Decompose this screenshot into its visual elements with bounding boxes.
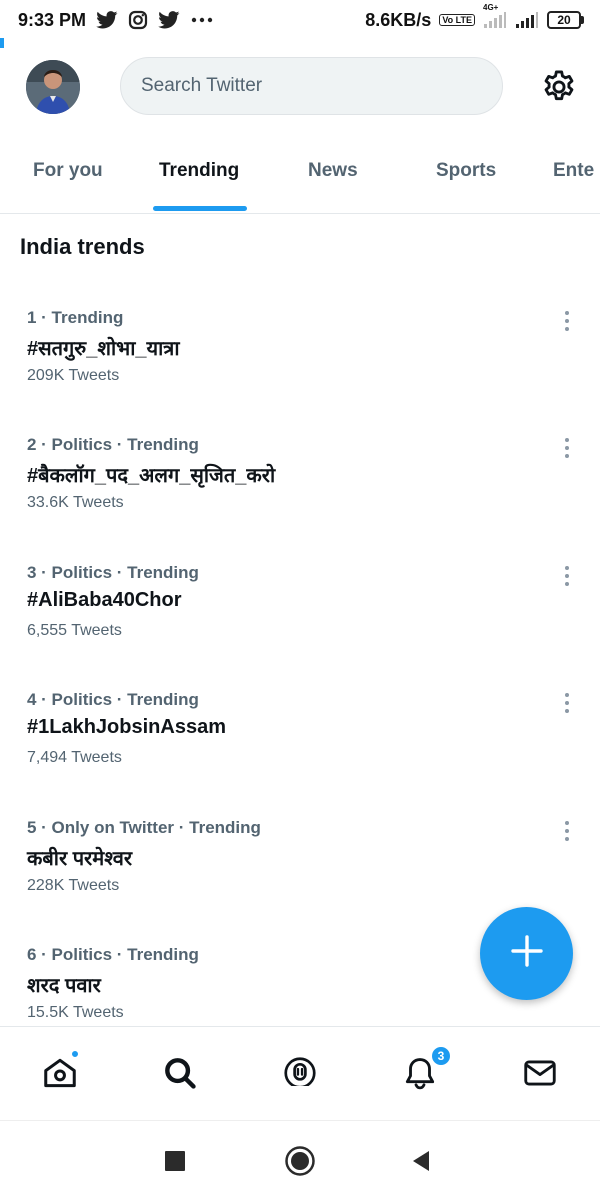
recent-apps-icon[interactable]	[157, 1143, 193, 1179]
tab-news[interactable]: News	[308, 160, 358, 182]
network-speed: 8.6KB/s	[365, 9, 432, 30]
avatar[interactable]	[26, 60, 80, 114]
tab-trending[interactable]: Trending	[159, 160, 239, 182]
trend-count: 33.6K Tweets	[27, 494, 124, 511]
signal-icon: 4G+	[483, 3, 507, 29]
tab-entertainment[interactable]: Ente	[553, 160, 594, 182]
battery-icon: 20	[547, 11, 584, 29]
compose-tweet-button[interactable]	[480, 907, 573, 1000]
trend-meta: 6 · Politics · Trending	[27, 945, 199, 964]
network-type: 4G+	[483, 3, 499, 12]
home-icon[interactable]	[38, 1049, 82, 1095]
trend-item[interactable]: 2 · Politics · Trending #बैकलॉग_पद_अलग_स…	[0, 435, 600, 545]
home-circle-icon[interactable]	[282, 1143, 318, 1179]
trend-count: 15.5K Tweets	[27, 1004, 124, 1021]
more-vertical-icon[interactable]	[557, 561, 577, 591]
trend-name: #AliBaba40Chor	[27, 589, 182, 611]
more-vertical-icon[interactable]	[557, 816, 577, 846]
spaces-icon[interactable]	[278, 1051, 322, 1095]
instagram-icon	[128, 10, 148, 30]
section-title: India trends	[20, 234, 145, 259]
trend-count: 209K Tweets	[27, 367, 120, 384]
gear-icon[interactable]	[540, 68, 578, 106]
tab-sports[interactable]: Sports	[436, 160, 496, 182]
twitter-bird-icon	[158, 11, 180, 29]
trend-name: शरद पवार	[27, 975, 101, 997]
active-tab-indicator	[153, 206, 247, 211]
bottom-navigation: 3	[0, 1026, 600, 1120]
volte-icon: Vo LTE	[439, 14, 475, 26]
trend-item[interactable]: 4 · Politics · Trending #1LakhJobsinAssa…	[0, 690, 600, 800]
search-placeholder: Search Twitter	[141, 75, 263, 96]
tab-for-you[interactable]: For you	[33, 160, 103, 182]
trend-meta: 5 · Only on Twitter · Trending	[27, 818, 261, 837]
trend-item[interactable]: 3 · Politics · Trending #AliBaba40Chor 6…	[0, 563, 600, 673]
battery-level: 20	[547, 11, 581, 29]
notifications-badge: 3	[430, 1045, 452, 1067]
search-input[interactable]: Search Twitter	[120, 57, 503, 115]
trend-name: #बैकलॉग_पद_अलग_सृजित_करो	[27, 465, 276, 487]
home-unread-dot	[70, 1049, 80, 1059]
messages-icon[interactable]	[518, 1051, 562, 1095]
back-icon[interactable]	[403, 1143, 439, 1179]
trend-name: #सतगुरु_शोभा_यात्रा	[27, 338, 180, 360]
more-dots-icon	[190, 16, 214, 24]
trend-count: 6,555 Tweets	[27, 622, 122, 639]
top-header: Search Twitter	[0, 56, 600, 118]
status-bar: 9:33 PM 8.6KB/s Vo LTE 4G+ 20	[0, 0, 600, 40]
edge-indicator	[0, 38, 4, 48]
more-vertical-icon[interactable]	[557, 688, 577, 718]
trend-meta: 4 · Politics · Trending	[27, 690, 199, 709]
trend-item[interactable]: 1 · Trending #सतगुरु_शोभा_यात्रा 209K Tw…	[0, 308, 600, 418]
trend-meta: 3 · Politics · Trending	[27, 563, 199, 582]
system-navigation-bar	[0, 1120, 600, 1200]
search-icon[interactable]	[158, 1051, 202, 1095]
more-vertical-icon[interactable]	[557, 306, 577, 336]
explore-tabs: For you Trending News Sports Ente	[0, 148, 600, 214]
trend-meta: 1 · Trending	[27, 308, 124, 327]
signal-icon	[515, 11, 539, 29]
notifications-icon[interactable]: 3	[398, 1045, 452, 1095]
status-time: 9:33 PM	[18, 9, 87, 30]
twitter-bird-icon	[96, 11, 118, 29]
trend-count: 7,494 Tweets	[27, 749, 122, 766]
trend-name: #1LakhJobsinAssam	[27, 716, 226, 738]
trend-count: 228K Tweets	[27, 877, 120, 894]
more-vertical-icon[interactable]	[557, 433, 577, 463]
plus-icon	[510, 934, 544, 973]
trend-meta: 2 · Politics · Trending	[27, 435, 199, 454]
trend-name: कबीर परमेश्वर	[27, 848, 132, 870]
